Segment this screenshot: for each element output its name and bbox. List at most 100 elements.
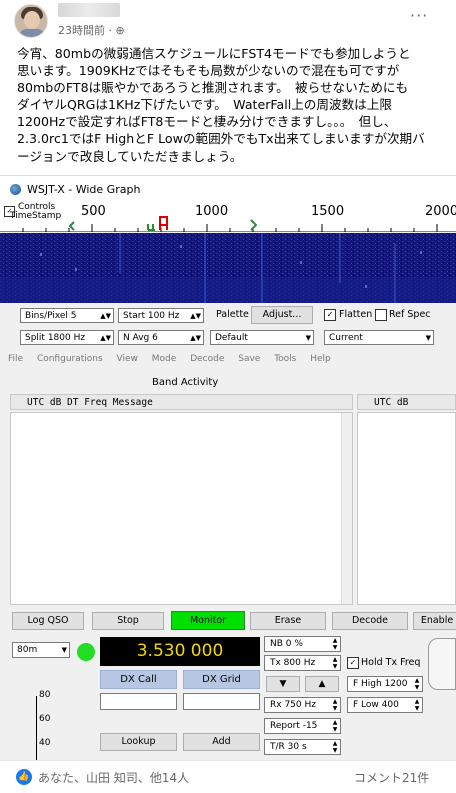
rx-frequency-panel[interactable] (357, 412, 456, 605)
f-low-value: F Low 400 (353, 700, 399, 710)
enable-tx-button[interactable]: Enable (413, 612, 456, 630)
menu-view[interactable]: View (117, 354, 138, 364)
rx-value: Rx 750 Hz (270, 700, 316, 710)
spin-arrows-icon[interactable]: ▲▼ (331, 656, 339, 670)
meter-label-80: 80 (39, 690, 51, 700)
menu-save[interactable]: Save (238, 354, 260, 364)
add-button[interactable]: Add (183, 733, 260, 751)
flatten-label: Flatten (339, 309, 373, 320)
tab-selector-icon[interactable] (428, 638, 456, 690)
f-high-spinbox[interactable]: F High 1200 ▲ ▼ (347, 676, 423, 692)
noise-blanker-spinbox[interactable]: NB 0 % ▲ ▼ (264, 636, 341, 652)
start-frequency-spinbox[interactable]: Start 100 Hz ▲▼ (118, 308, 204, 323)
n-avg-spinbox[interactable]: N Avg 6 ▲▼ (118, 330, 204, 345)
wsjtx-app-icon (10, 183, 21, 195)
spin-arrows-icon[interactable]: ▲▼ (331, 698, 339, 712)
ref-spec-label: Ref Spec (389, 309, 431, 320)
spin-arrows-icon[interactable]: ▲▼ (190, 309, 201, 323)
signal-meter: 80 60 40 (12, 676, 72, 760)
avatar-body (19, 29, 45, 37)
author-name-redacted[interactable] (58, 3, 120, 17)
spin-arrows-icon[interactable]: ▲▼ (100, 309, 111, 323)
set-rx-up-arrow-button[interactable]: ▲ (305, 676, 339, 692)
chevron-down-icon: ▼ (61, 646, 67, 654)
spin-arrows-icon[interactable]: ▲▼ (190, 331, 201, 345)
more-options-icon[interactable]: ··· (410, 6, 428, 25)
frequency-scale: ✓ Controls TimeStamp 500 1000 1500 2000 (0, 202, 456, 232)
monitor-button[interactable]: Monitor (171, 611, 245, 630)
palette-label: Palette (216, 309, 249, 320)
f-low-spinbox[interactable]: F Low 400 ▲ ▼ (347, 697, 423, 713)
menu-file[interactable]: File (8, 354, 23, 364)
nb-value: NB 0 % (270, 639, 303, 649)
wide-graph-controls: Bins/Pixel 5 ▲▼ Start 100 Hz ▲▼ Palette Ad… (0, 303, 456, 353)
wide-graph-title: WSJT-X - Wide Graph (27, 182, 141, 196)
start-frequency-value: Start 100 Hz (123, 311, 180, 321)
like-reaction-icon[interactable]: 👍 (16, 769, 32, 785)
band-activity-scrollbar[interactable] (341, 413, 352, 604)
attached-screenshot[interactable]: WSJT-X - Wide Graph ✓ Controls TimeStamp… (0, 175, 456, 760)
log-qso-button[interactable]: Log QSO (12, 612, 84, 630)
spectrum-select-value: Current (329, 333, 363, 343)
spin-arrows-icon[interactable]: ▲▼ (331, 637, 339, 651)
avatar[interactable] (14, 4, 48, 38)
lookup-button[interactable]: Lookup (100, 733, 177, 751)
band-value: 80m (17, 645, 38, 655)
set-tx-down-arrow-button[interactable]: ▼ (266, 676, 300, 692)
menu-decode[interactable]: Decode (190, 354, 224, 364)
split-value: Split 1800 Hz (25, 333, 86, 343)
rx-frequency-header: UTC dB (357, 394, 456, 410)
chevron-down-icon: ▼ (305, 334, 311, 342)
report-value: Report -15 (270, 721, 318, 731)
scale-ticks (22, 216, 438, 232)
report-spinbox[interactable]: Report -15 ▲ ▼ (264, 718, 341, 734)
decode-button[interactable]: Decode (332, 612, 408, 630)
meter-label-60: 60 (39, 714, 51, 724)
tr-period-spinbox[interactable]: T/R 30 s ▲ ▼ (264, 739, 341, 755)
tx-value: Tx 800 Hz (270, 658, 316, 668)
spin-arrows-icon[interactable]: ▲▼ (331, 719, 339, 733)
status-indicator-light (77, 643, 95, 661)
meter-axis (36, 696, 37, 760)
palette-select-value: Default (215, 333, 248, 343)
meter-label-40: 40 (39, 738, 51, 748)
band-activity-panel[interactable] (10, 412, 353, 605)
menu-configurations[interactable]: Configurations (37, 354, 103, 364)
spectrum-select[interactable]: Current ▼ (324, 330, 434, 345)
hold-tx-freq-checkbox[interactable]: ✓ (347, 657, 359, 669)
spin-arrows-icon[interactable]: ▲▼ (413, 677, 421, 691)
erase-button[interactable]: Erase (250, 612, 326, 630)
dx-grid-input[interactable] (183, 693, 260, 710)
f-high-value: F High 1200 (353, 679, 408, 689)
post-body: 今宵、80mbの微弱通信スケジュールにFST4モードでも参加しようと 思います。… (17, 46, 425, 164)
adjust-button[interactable]: Adjust... (251, 306, 313, 324)
dial-frequency-display: 3.530 000 (100, 637, 260, 666)
spin-arrows-icon[interactable]: ▲▼ (413, 698, 421, 712)
ref-spec-checkbox[interactable] (375, 309, 387, 321)
band-select[interactable]: 80m ▼ (12, 642, 70, 658)
tx-frequency-spinbox[interactable]: Tx 800 Hz ▲ ▼ (264, 655, 341, 671)
n-avg-value: N Avg 6 (123, 333, 158, 343)
bins-per-pixel-value: Bins/Pixel 5 (25, 311, 77, 321)
stop-button[interactable]: Stop (92, 612, 164, 630)
menu-tools[interactable]: Tools (274, 354, 296, 364)
bins-per-pixel-spinbox[interactable]: Bins/Pixel 5 ▲▼ (20, 308, 114, 323)
menu-mode[interactable]: Mode (152, 354, 177, 364)
waterfall-display[interactable] (0, 233, 456, 303)
spin-arrows-icon[interactable]: ▲▼ (100, 331, 111, 345)
split-spinbox[interactable]: Split 1800 Hz ▲▼ (20, 330, 114, 345)
dx-call-label: DX Call (100, 670, 177, 689)
comments-count[interactable]: コメント21件 (354, 769, 429, 786)
spin-arrows-icon[interactable]: ▲▼ (331, 740, 339, 754)
dx-call-input[interactable] (100, 693, 177, 710)
palette-select[interactable]: Default ▼ (210, 330, 314, 345)
flatten-checkbox[interactable]: ✓ (324, 309, 336, 321)
main-menubar: File Configurations View Mode Decode Sav… (8, 354, 456, 370)
hold-tx-freq-label: Hold Tx Freq (361, 657, 421, 668)
post-timestamp[interactable]: 23時間前 · ⊕ (58, 22, 125, 38)
chevron-down-icon: ▼ (425, 334, 431, 342)
reactions-summary[interactable]: あなた、山田 知司、他14人 (38, 769, 189, 786)
rx-frequency-spinbox[interactable]: Rx 750 Hz ▲ ▼ (264, 697, 341, 713)
menu-help[interactable]: Help (310, 354, 331, 364)
band-activity-header: UTC dB DT Freq Message (10, 394, 353, 410)
